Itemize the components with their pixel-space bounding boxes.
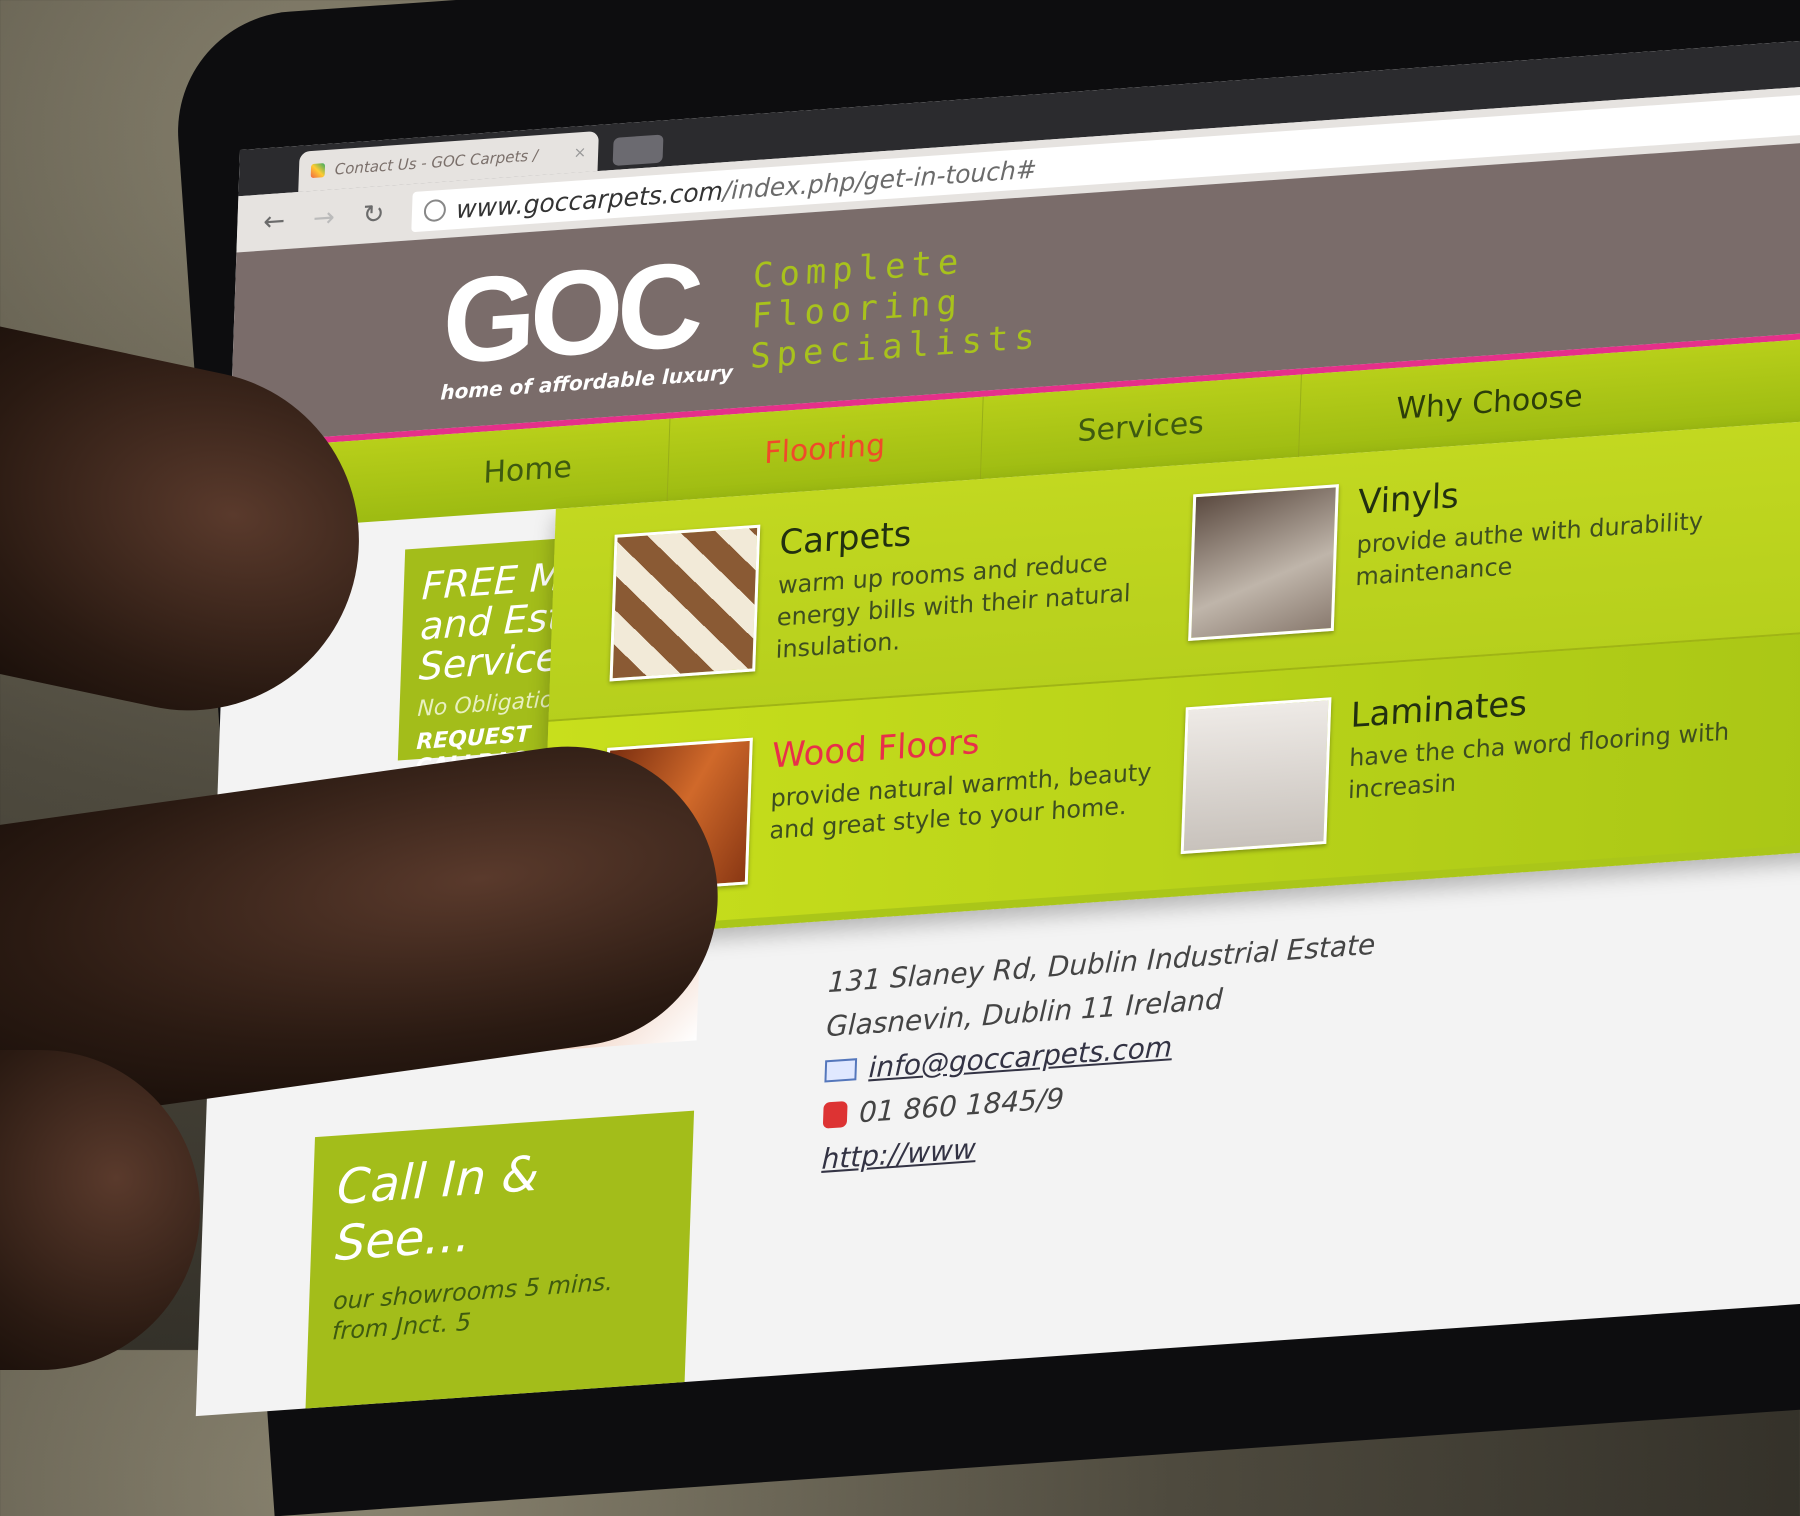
reload-icon[interactable]: ↻	[362, 199, 385, 231]
close-icon[interactable]: ×	[573, 143, 586, 162]
forward-arrow-icon[interactable]: →	[312, 202, 335, 234]
menu-item-laminates[interactable]: Laminates have the cha word flooring wit…	[1180, 668, 1745, 855]
url-host: www.goccarpets.com	[455, 175, 724, 224]
showroom-promo[interactable]: Call In & See... our showrooms 5 mins. f…	[304, 1110, 695, 1417]
showroom-text: our showrooms 5 mins. from Jnct. 5	[331, 1267, 614, 1346]
site-logo[interactable]: GOC home of affordable luxury	[440, 237, 737, 405]
new-tab-button[interactable]	[612, 134, 664, 167]
tab-title: Contact Us - GOC Carpets /	[334, 146, 539, 179]
phone-icon	[822, 1100, 848, 1129]
logo-mark: GOC	[440, 237, 701, 390]
carpet-thumbnail	[609, 524, 761, 682]
email-icon	[824, 1058, 858, 1083]
showroom-headline: Call In & See...	[334, 1145, 540, 1273]
laminate-thumbnail	[1180, 697, 1332, 855]
favicon-icon	[310, 163, 326, 179]
menu-item-desc: warm up rooms and reduce energy bills wi…	[775, 548, 1132, 664]
url-path: /index.php/get-in-touch#	[722, 153, 1038, 205]
vinyl-thumbnail	[1188, 484, 1339, 642]
site-slogan: Complete Flooring Specialists	[750, 236, 1045, 377]
tablet-screen: Contact Us - GOC Carpets / × ← → ↻ www.g…	[195, 36, 1800, 1417]
menu-item-carpets[interactable]: Carpets warm up rooms and reduce energy …	[609, 496, 1174, 682]
menu-item-vinyls[interactable]: Vinyls provide authe with durability mai…	[1188, 455, 1752, 642]
globe-icon	[423, 198, 447, 223]
back-arrow-icon[interactable]: ←	[263, 206, 286, 238]
contact-info: 131 Slaney Rd, Dublin Industrial Estate …	[821, 923, 1376, 1182]
